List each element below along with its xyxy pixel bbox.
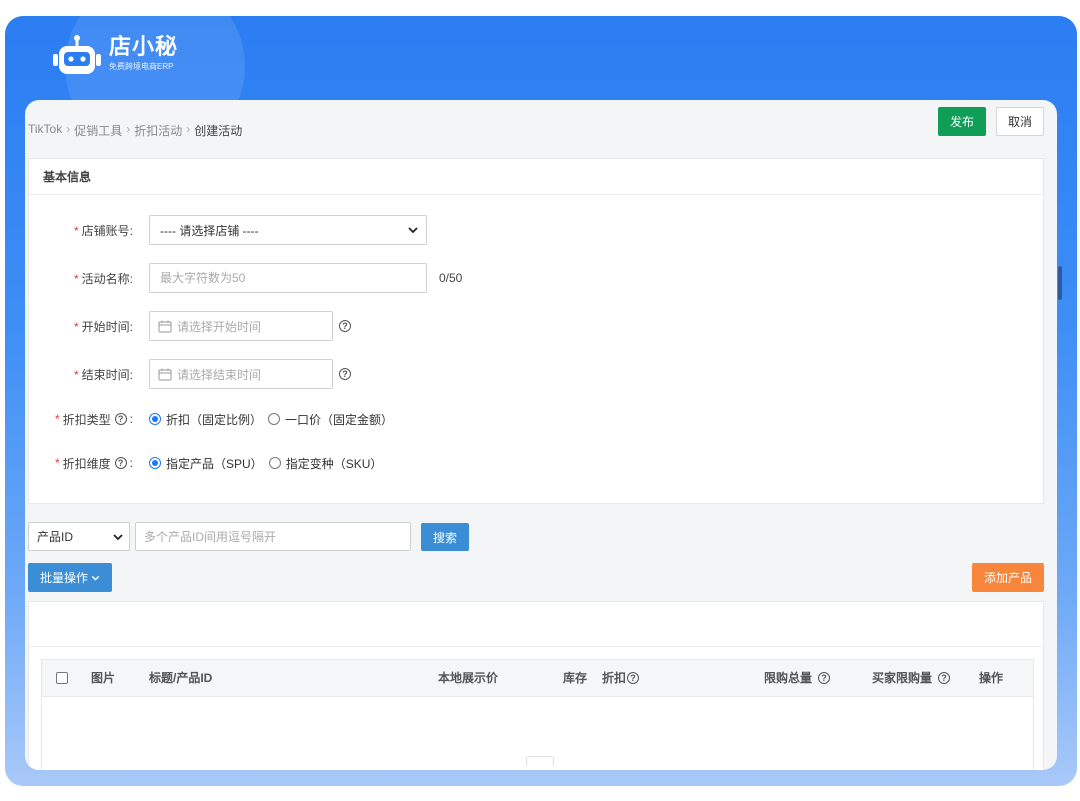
- chevron-right-icon: ›: [186, 122, 191, 136]
- store-label: * 店铺账号:: [73, 223, 133, 238]
- col-price: 本地展示价: [438, 671, 499, 685]
- col-image: 图片: [91, 671, 116, 685]
- discount-type-label: * 折扣类型 ?:: [54, 412, 133, 427]
- breadcrumb-discount[interactable]: 折扣活动: [134, 122, 182, 139]
- chevron-right-icon: ›: [126, 122, 131, 136]
- table-header: 图片 标题/产品ID 本地展示价 库存 折扣? 限购总量? 买家限购量? 操作: [41, 659, 1034, 697]
- chevron-down-icon: [113, 533, 123, 540]
- brand-name: 店小秘: [109, 34, 179, 59]
- main-panel: TikTok › 促销工具 › 折扣活动 › 创建活动 发布 取消 基本信息 *…: [25, 100, 1057, 770]
- help-icon[interactable]: ?: [627, 672, 640, 684]
- chevron-down-icon: [408, 227, 418, 234]
- basic-info-section: 基本信息 *店铺账号: ---- 请选择店铺 ---- *活动名称: 0/50: [28, 158, 1044, 504]
- name-label: * 活动名称:: [73, 271, 133, 286]
- calendar-icon: [158, 368, 172, 380]
- cancel-button[interactable]: 取消: [996, 107, 1044, 136]
- radio-sku[interactable]: 指定变种（SKU）: [268, 455, 382, 472]
- col-actions: 操作: [979, 671, 1004, 685]
- radio-spu[interactable]: 指定产品（SPU）: [149, 455, 263, 472]
- chevron-down-icon: [91, 575, 100, 581]
- table-toolbar: [29, 602, 1043, 647]
- end-row: * 结束时间: 请选择结束时间 ?: [29, 359, 1043, 389]
- search-button[interactable]: 搜索: [421, 523, 469, 551]
- batch-actions-button[interactable]: 批量操作: [28, 563, 112, 592]
- start-row: * 开始时间: 请选择开始时间 ?: [29, 311, 1043, 341]
- end-date-placeholder: 请选择结束时间: [177, 367, 262, 382]
- breadcrumb-current: 创建活动: [194, 124, 243, 138]
- help-icon[interactable]: ?: [818, 672, 831, 684]
- store-select[interactable]: ---- 请选择店铺 ----: [149, 215, 427, 245]
- robot-logo-icon: [53, 35, 101, 74]
- radio-discount-percent[interactable]: 折扣（固定比例）: [149, 411, 262, 428]
- radio-checked: [149, 457, 161, 469]
- discount-dim-row: * 折扣维度 ?: 指定产品（SPU） 指定变种（SKU）: [29, 453, 1043, 473]
- publish-button[interactable]: 发布: [938, 107, 986, 136]
- table-body: [41, 697, 1034, 770]
- end-label: * 结束时间:: [73, 367, 133, 382]
- breadcrumb: TikTok › 促销工具 › 折扣活动 › 创建活动: [28, 122, 242, 139]
- col-limit-total: 限购总量?: [764, 660, 831, 696]
- filter-field-select[interactable]: 产品ID: [28, 522, 130, 551]
- char-counter: 0/50: [439, 271, 463, 285]
- breadcrumb-promo-tools[interactable]: 促销工具: [74, 122, 122, 139]
- chevron-right-icon: ›: [66, 122, 71, 136]
- start-date-placeholder: 请选择开始时间: [177, 319, 262, 334]
- col-buyer-limit: 买家限购量?: [872, 660, 951, 696]
- radio-checked: [149, 413, 161, 425]
- activity-name-input[interactable]: [149, 263, 427, 293]
- col-stock: 库存: [563, 671, 588, 685]
- col-title: 标题/产品ID: [149, 671, 213, 685]
- product-table-panel: 图片 标题/产品ID 本地展示价 库存 折扣? 限购总量? 买家限购量? 操作: [28, 601, 1044, 770]
- help-icon[interactable]: ?: [114, 413, 127, 425]
- select-all-checkbox[interactable]: [56, 672, 68, 684]
- discount-type-row: * 折扣类型 ?: 折扣（固定比例） 一口价（固定金额）: [29, 409, 1043, 429]
- discount-dim-label: * 折扣维度 ?:: [54, 456, 133, 471]
- radio-unchecked: [268, 457, 281, 469]
- store-select-value: ---- 请选择店铺 ----: [160, 223, 259, 238]
- breadcrumb-tiktok[interactable]: TikTok: [28, 122, 62, 139]
- filter-field-value: 产品ID: [37, 530, 74, 544]
- radio-fixed-price[interactable]: 一口价（固定金额）: [268, 411, 393, 428]
- col-discount: 折扣?: [602, 660, 640, 696]
- radio-unchecked: [268, 413, 281, 425]
- calendar-icon: [158, 320, 172, 332]
- scrollbar-thumb[interactable]: [1058, 266, 1062, 300]
- brand-logo: 店小秘 免费跨境电商ERP: [51, 34, 178, 78]
- store-row: * 店铺账号: ---- 请选择店铺 ----: [29, 215, 1043, 245]
- product-id-search-input[interactable]: [135, 522, 411, 551]
- help-icon[interactable]: ?: [339, 320, 351, 332]
- app-frame: 店小秘 免费跨境电商ERP TikTok › 促销工具 › 折扣活动 › 创建活…: [5, 16, 1077, 786]
- help-icon[interactable]: ?: [339, 368, 351, 380]
- brand-tagline: 免费跨境电商ERP: [109, 62, 174, 71]
- help-icon[interactable]: ?: [114, 457, 127, 469]
- section-title: 基本信息: [29, 159, 1043, 195]
- pagination-stub[interactable]: [526, 756, 554, 766]
- name-row: *活动名称: 0/50: [29, 263, 1043, 293]
- end-date-picker[interactable]: 请选择结束时间: [149, 359, 333, 389]
- batch-actions-label: 批量操作: [39, 571, 88, 585]
- add-product-button[interactable]: 添加产品: [972, 563, 1044, 592]
- help-icon[interactable]: ?: [938, 672, 951, 684]
- start-label: * 开始时间:: [73, 319, 133, 334]
- start-date-picker[interactable]: 请选择开始时间: [149, 311, 333, 341]
